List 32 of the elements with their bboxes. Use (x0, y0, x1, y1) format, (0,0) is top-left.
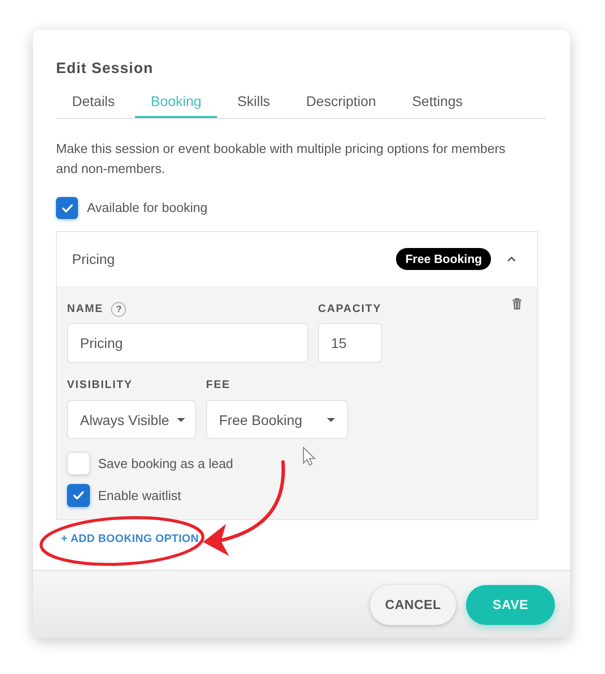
tab[interactable]: Description (290, 84, 392, 118)
dialog-title: Edit Session (56, 59, 154, 79)
text-input[interactable]: Pricing (67, 323, 308, 363)
tab[interactable]: Settings (396, 84, 479, 118)
checkbox-label: Save booking as a lead (98, 456, 234, 472)
dropdown-select[interactable]: Always Visible (67, 400, 196, 439)
tab[interactable]: Details (56, 84, 131, 118)
check-icon (62, 204, 72, 212)
chevron-up-icon[interactable] (507, 256, 516, 262)
dropdown-select[interactable]: Free Booking (206, 400, 348, 439)
checkbox[interactable] (56, 197, 78, 219)
field-label: CAPACITY (318, 302, 382, 317)
text-input[interactable]: 15 (318, 323, 382, 363)
help-icon[interactable]: ? (111, 302, 126, 316)
checkbox[interactable] (67, 452, 90, 475)
caret-down-icon (327, 418, 335, 422)
field-label: VISIBILITY (67, 378, 133, 393)
fee-badge: Free Booking (396, 248, 491, 270)
trash-icon[interactable] (512, 298, 522, 310)
panel-title: Pricing (72, 251, 115, 267)
add-option-link[interactable]: + ADD BOOKING OPTION (61, 533, 199, 546)
check-icon (73, 491, 84, 500)
checkbox-label: Available for booking (87, 200, 208, 216)
tab[interactable]: Skills (221, 84, 286, 118)
mouse-cursor-icon (303, 446, 316, 466)
cancel-button[interactable]: CANCEL (370, 584, 456, 624)
field-label: FEE (206, 378, 230, 393)
checkbox[interactable] (67, 484, 90, 507)
checkbox-label: Enable waitlist (98, 488, 182, 504)
description-text: Make this session or event bookable with multiple pricing options for members and non-members. (56, 140, 506, 178)
caret-down-icon (177, 418, 186, 422)
field-label: NAME (67, 302, 104, 317)
